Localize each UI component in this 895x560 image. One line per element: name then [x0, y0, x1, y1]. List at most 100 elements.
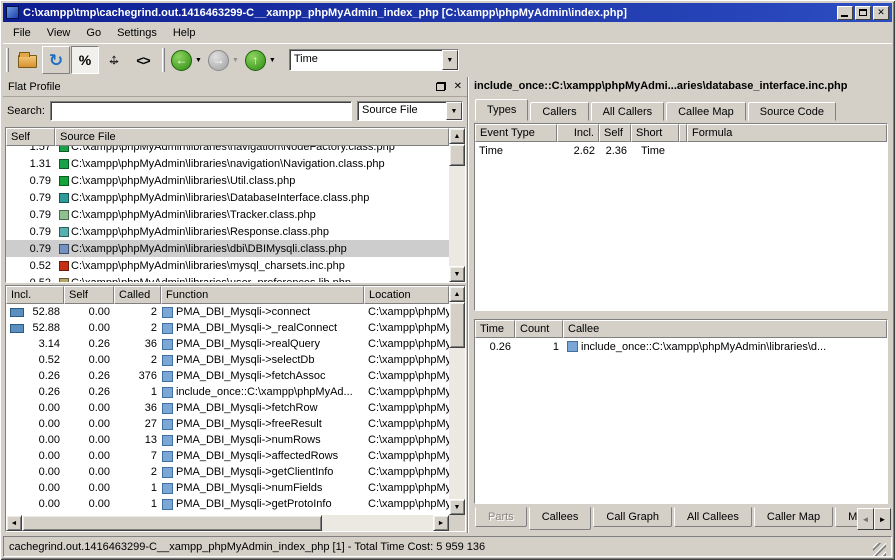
main-area: Flat Profile ✕ Search: Source File ▼ Sel… [3, 77, 892, 533]
called-value: 36 [114, 402, 161, 414]
tab-callees[interactable]: Callees [529, 507, 592, 530]
forward-button[interactable]: → [208, 50, 229, 71]
column-header-event-type[interactable]: Event Type [475, 124, 557, 142]
table-row[interactable]: 0.79C:\xampp\phpMyAdmin\libraries\Util.c… [6, 172, 449, 189]
scroll-right-icon[interactable]: ► [433, 515, 449, 531]
group-dropdown-button[interactable]: ▼ [446, 102, 462, 120]
source-table-vscrollbar[interactable]: ▲ ▼ [449, 128, 465, 282]
back-dropdown[interactable]: ▼ [192, 57, 205, 64]
table-row[interactable]: 0.79C:\xampp\phpMyAdmin\libraries\dbi\DB… [6, 240, 449, 257]
table-row[interactable]: 1.57C:\xampp\phpMyAdmin\libraries\naviga… [6, 146, 449, 155]
toolbar-handle[interactable] [6, 48, 9, 72]
incl-value: 0.52 [10, 354, 60, 366]
reload-button[interactable]: ↻ [42, 46, 70, 74]
table-row[interactable]: 52.880.002PMA_DBI_Mysqli->_realConnectC:… [6, 320, 449, 336]
tab-caller-map[interactable]: Caller Map [754, 507, 833, 527]
menu-item-help[interactable]: Help [165, 25, 204, 41]
menu-item-file[interactable]: File [5, 25, 39, 41]
scrollbar-thumb[interactable] [22, 515, 322, 531]
column-header-formula[interactable]: Formula [687, 124, 887, 142]
table-row[interactable]: 0.261include_once::C:\xampp\phpMyAdmin\l… [475, 338, 887, 355]
table-row[interactable]: 52.880.002PMA_DBI_Mysqli->connectC:\xamp… [6, 304, 449, 320]
column-header-count[interactable]: Count [515, 320, 563, 338]
tab-types[interactable]: Types [475, 99, 528, 121]
event-type-dropdown-button[interactable]: ▼ [442, 50, 458, 70]
event-type-combobox[interactable]: Time ▼ [289, 49, 459, 71]
expand-button[interactable]: <> [129, 46, 157, 74]
table-row[interactable]: 0.000.0027PMA_DBI_Mysqli->freeResultC:\x… [6, 416, 449, 432]
table-row[interactable]: 0.52C:\xampp\phpMyAdmin\libraries\mysql_… [6, 257, 449, 274]
scrollbar-thumb[interactable] [449, 144, 465, 166]
column-header-incl[interactable]: Incl. [557, 124, 599, 142]
close-button[interactable]: ✕ [873, 6, 889, 20]
up-button[interactable]: ↑ [245, 50, 266, 71]
table-row[interactable]: 0.000.0036PMA_DBI_Mysqli->fetchRowC:\xam… [6, 400, 449, 416]
function-icon [567, 341, 578, 352]
up-dropdown[interactable]: ▼ [266, 57, 279, 64]
column-header-called[interactable]: Called [114, 286, 161, 304]
column-header-incl[interactable]: Incl. [6, 286, 64, 304]
scroll-up-icon[interactable]: ▲ [449, 286, 465, 302]
table-row[interactable]: 0.52C:\xampp\phpMyAdmin\libraries\user_p… [6, 274, 449, 282]
table-row[interactable]: 3.140.2636PMA_DBI_Mysqli->realQueryC:\xa… [6, 336, 449, 352]
back-button[interactable]: ← [171, 50, 192, 71]
tab-scroll-right-icon[interactable]: ► [874, 508, 891, 530]
table-row[interactable]: 0.79C:\xampp\phpMyAdmin\libraries\Respon… [6, 223, 449, 240]
table-row[interactable]: 0.000.002PMA_DBI_Mysqli->getClientInfoC:… [6, 464, 449, 480]
percent-toggle-button[interactable]: % [71, 46, 99, 74]
scroll-left-icon[interactable]: ◄ [6, 515, 22, 531]
location-value: C:\xampp\phpMy [364, 450, 449, 462]
column-header-self[interactable]: Self [6, 128, 55, 146]
tab-all-callers[interactable]: All Callers [591, 102, 665, 121]
tab-source-code[interactable]: Source Code [748, 102, 836, 121]
group-combobox[interactable]: Source File ▼ [357, 101, 463, 121]
column-header-function[interactable]: Function [161, 286, 364, 304]
scroll-down-icon[interactable]: ▼ [449, 499, 465, 515]
table-row[interactable]: 0.79C:\xampp\phpMyAdmin\libraries\Databa… [6, 189, 449, 206]
search-input[interactable] [50, 101, 352, 121]
table-row[interactable]: 0.520.002PMA_DBI_Mysqli->selectDbC:\xamp… [6, 352, 449, 368]
column-header-source-file[interactable]: Source File [55, 128, 449, 146]
function-table-vscrollbar[interactable]: ▲ ▼ [449, 286, 465, 531]
tab-callers[interactable]: Callers [530, 102, 588, 121]
open-file-button[interactable] [13, 46, 41, 74]
menu-item-go[interactable]: Go [78, 25, 109, 41]
scrollbar-thumb[interactable] [449, 302, 465, 348]
scroll-down-icon[interactable]: ▼ [449, 266, 465, 282]
table-row[interactable]: 0.260.261include_once::C:\xampp\phpMyAd.… [6, 384, 449, 400]
maximize-button[interactable] [855, 6, 871, 20]
tab-scroll-left-icon[interactable]: ◄ [857, 508, 874, 530]
source-file-cell: C:\xampp\phpMyAdmin\libraries\Tracker.cl… [55, 209, 449, 221]
title-bar[interactable]: C:\xampp\tmp\cachegrind.out.1416463299-C… [3, 3, 892, 22]
dock-float-icon[interactable] [436, 82, 446, 91]
move-button[interactable]: ↔↕ [100, 46, 128, 74]
column-header-location[interactable]: Location [364, 286, 449, 304]
tab-all-callees[interactable]: All Callees [674, 507, 752, 527]
table-row[interactable]: 0.79C:\xampp\phpMyAdmin\libraries\Tracke… [6, 206, 449, 223]
tab-callee-map[interactable]: Callee Map [666, 102, 746, 121]
function-table-hscrollbar[interactable]: ◄ ► [6, 515, 449, 531]
menu-item-settings[interactable]: Settings [109, 25, 165, 41]
resize-grip[interactable] [873, 543, 886, 556]
table-row[interactable]: Time2.622.36Time [475, 142, 887, 159]
minimize-button[interactable] [837, 6, 853, 20]
column-header-self[interactable]: Self [64, 286, 114, 304]
scroll-up-icon[interactable]: ▲ [449, 128, 465, 144]
dock-close-icon[interactable]: ✕ [454, 81, 462, 92]
tab-call-graph[interactable]: Call Graph [593, 507, 672, 527]
column-header-short[interactable]: Short [631, 124, 679, 142]
table-row[interactable]: 0.000.007PMA_DBI_Mysqli->affectedRowsC:\… [6, 448, 449, 464]
table-row[interactable]: 0.000.0013PMA_DBI_Mysqli->numRowsC:\xamp… [6, 432, 449, 448]
column-header-callee[interactable]: Callee [563, 320, 887, 338]
column-header-time[interactable]: Time [475, 320, 515, 338]
event-type-value: Time [290, 50, 442, 70]
forward-dropdown[interactable]: ▼ [229, 57, 242, 64]
table-row[interactable]: 0.260.26376PMA_DBI_Mysqli->fetchAssocC:\… [6, 368, 449, 384]
table-row[interactable]: 1.31C:\xampp\phpMyAdmin\libraries\naviga… [6, 155, 449, 172]
table-row[interactable]: 0.000.001PMA_DBI_Mysqli->getProtoInfoC:\… [6, 496, 449, 512]
column-header-self[interactable]: Self [599, 124, 631, 142]
self-value: 0.26 [64, 370, 114, 382]
tab-parts[interactable]: Parts [475, 507, 527, 527]
menu-item-view[interactable]: View [39, 25, 79, 41]
table-row[interactable]: 0.000.001PMA_DBI_Mysqli->numFieldsC:\xam… [6, 480, 449, 496]
